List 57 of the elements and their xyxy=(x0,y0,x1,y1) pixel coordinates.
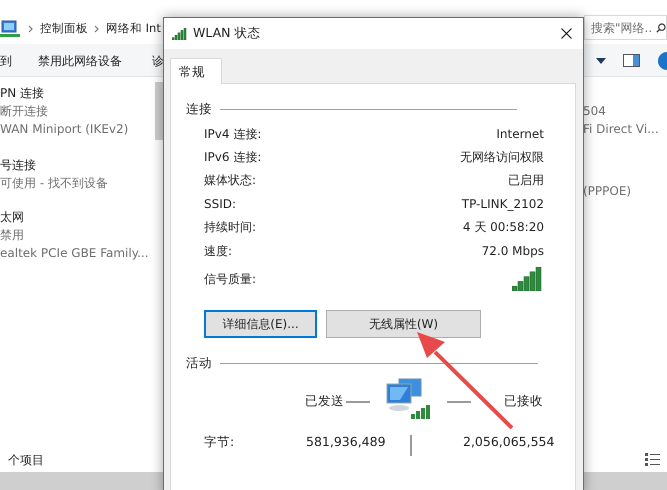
connector-line xyxy=(447,401,471,403)
field-value: TP-LINK_2102 xyxy=(462,196,544,213)
field-label: 媒体状态: xyxy=(204,172,256,190)
signal-icon xyxy=(172,28,187,40)
toolbar-button[interactable]: 禁用此网络设备 xyxy=(38,52,122,70)
connection-status: 可使用 - 找不到设备 xyxy=(0,175,108,192)
field-value: 4 天 00:58:20 xyxy=(462,219,544,236)
bytes-label: 字节: xyxy=(204,433,234,451)
group-heading: 活动 xyxy=(186,354,212,372)
field-label: 持续时间: xyxy=(204,219,256,236)
field-label: IPv4 连接: xyxy=(204,126,262,143)
connection-name[interactable]: 太网 xyxy=(0,208,149,226)
item-count: 个项目 xyxy=(8,452,44,469)
chevron-icon xyxy=(94,24,100,32)
field-label: 速度: xyxy=(204,242,232,260)
tab[interactable]: 常规 xyxy=(170,58,222,84)
toolbar-button[interactable]: 诊 xyxy=(152,52,164,70)
connection-device: WAN Miniport (IKEv2) xyxy=(0,121,128,138)
dialog-button[interactable]: 详细信息(E)... xyxy=(204,310,317,338)
signal-strength-icon xyxy=(512,267,542,291)
connection-text: 504 xyxy=(583,103,607,120)
connection-name[interactable]: PN 连接 xyxy=(0,84,128,102)
breadcrumb-item[interactable]: 网络和 Int xyxy=(106,20,161,38)
scrollbar-thumb[interactable] xyxy=(155,82,163,140)
network-icon xyxy=(0,20,20,38)
connection-status: 禁用 xyxy=(0,227,25,244)
field-label: IPv6 连接: xyxy=(204,149,262,166)
connection-text: Fi Direct Vi... xyxy=(583,121,659,138)
connector-line xyxy=(346,401,370,403)
divider-line xyxy=(410,435,412,456)
search-field[interactable]: 搜索"网络... xyxy=(584,15,667,40)
connection-device: ealtek PCIe GBE Family... xyxy=(0,245,149,262)
connection-name[interactable]: 号连接 xyxy=(0,156,108,174)
caret-icon[interactable] xyxy=(596,58,606,64)
toolbar-button[interactable]: 到 xyxy=(0,52,12,70)
network-computers-icon xyxy=(385,378,433,420)
field-value: Internet xyxy=(496,126,544,143)
group-heading: 连接 xyxy=(186,100,212,118)
received-label: 已接收 xyxy=(504,392,543,410)
field-value: 无网络访问权限 xyxy=(460,149,544,166)
details-view-icon[interactable] xyxy=(645,452,661,466)
sent-label: 已发送 xyxy=(305,392,344,410)
dialog-button[interactable]: 无线属性(W) xyxy=(326,310,481,338)
preview-pane-icon[interactable] xyxy=(623,54,640,67)
field-label: 信号质量: xyxy=(204,271,256,288)
field-value: 已启用 xyxy=(508,172,544,190)
search-icon[interactable] xyxy=(656,22,666,34)
window-title: WLAN 状态 xyxy=(193,24,260,42)
connection-text: (PPPOE) xyxy=(583,183,632,200)
breadcrumb-item[interactable]: 控制面板 xyxy=(40,20,88,38)
chevron-icon xyxy=(28,24,34,32)
field-value: 72.0 Mbps xyxy=(482,242,544,260)
field-label: SSID: xyxy=(204,196,236,213)
connection-status: 断开连接 xyxy=(0,103,49,120)
received-bytes: 2,056,065,554 xyxy=(463,433,554,451)
sent-bytes: 581,936,489 xyxy=(306,433,386,451)
close-icon[interactable] xyxy=(561,28,572,39)
